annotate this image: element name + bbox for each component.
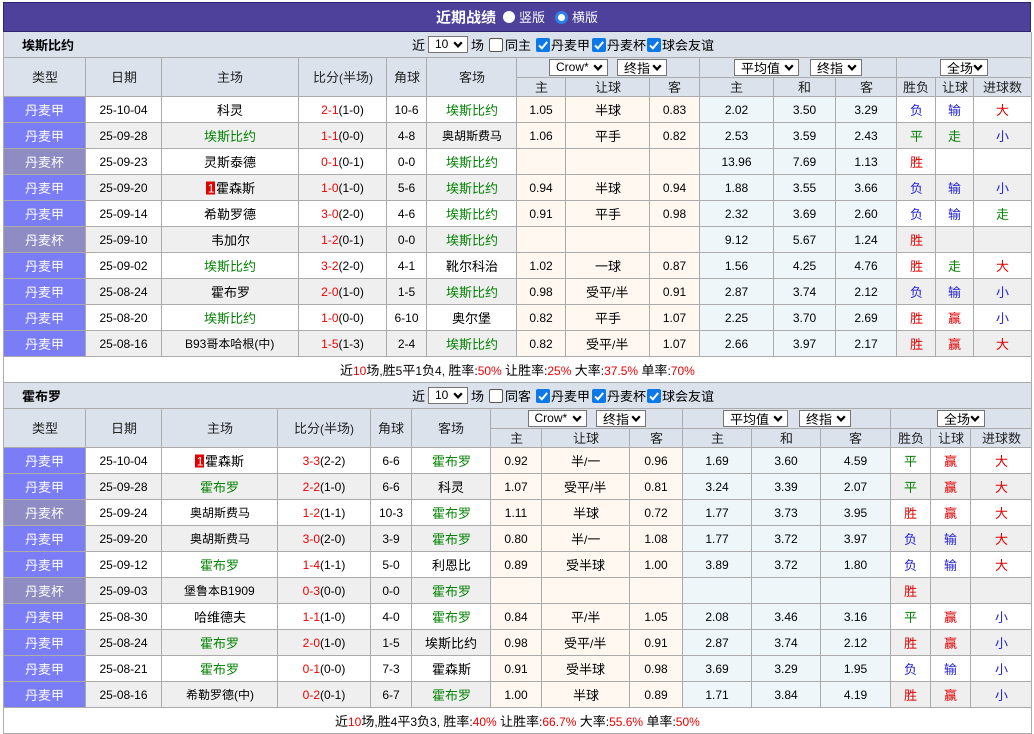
svg-text:37.5%: 37.5% — [604, 363, 638, 377]
svg-text:/: / — [584, 610, 588, 624]
svg-text:): ) — [250, 688, 254, 702]
svg-text:(: ( — [339, 71, 343, 85]
svg-text:,: , — [379, 363, 382, 377]
svg-text:,: , — [374, 714, 377, 728]
svg-text:/: / — [584, 454, 588, 468]
svg-text:4,: 4, — [435, 363, 445, 377]
svg-text:40%: 40% — [473, 714, 497, 728]
svg-text:5: 5 — [396, 363, 403, 377]
svg-text:/: / — [590, 636, 594, 650]
svg-text:/: / — [612, 337, 616, 351]
svg-text:): ) — [350, 422, 354, 436]
svg-text:(: ( — [254, 337, 258, 351]
svg-text:): ) — [369, 71, 373, 85]
svg-text:1: 1 — [197, 454, 204, 468]
svg-text:10: 10 — [348, 714, 362, 728]
svg-text:3,: 3, — [430, 714, 440, 728]
svg-text:10: 10 — [353, 363, 367, 377]
svg-text:1: 1 — [207, 181, 214, 195]
svg-text:4: 4 — [391, 714, 398, 728]
svg-text:B1909: B1909 — [220, 584, 255, 598]
svg-text:70%: 70% — [671, 363, 695, 377]
svg-text:25%: 25% — [547, 363, 571, 377]
svg-text:/: / — [612, 285, 616, 299]
svg-text:/: / — [584, 532, 588, 546]
svg-text:66.7%: 66.7% — [542, 714, 576, 728]
svg-text:1: 1 — [415, 363, 422, 377]
svg-text:55.6%: 55.6% — [609, 714, 643, 728]
svg-text:/: / — [590, 480, 594, 494]
svg-text:): ) — [270, 337, 274, 351]
svg-text:50%: 50% — [478, 363, 502, 377]
svg-text:50%: 50% — [676, 714, 700, 728]
svg-text:(: ( — [234, 688, 238, 702]
svg-text:(: ( — [320, 422, 324, 436]
svg-text:B93: B93 — [185, 337, 207, 351]
svg-text:3: 3 — [410, 714, 417, 728]
